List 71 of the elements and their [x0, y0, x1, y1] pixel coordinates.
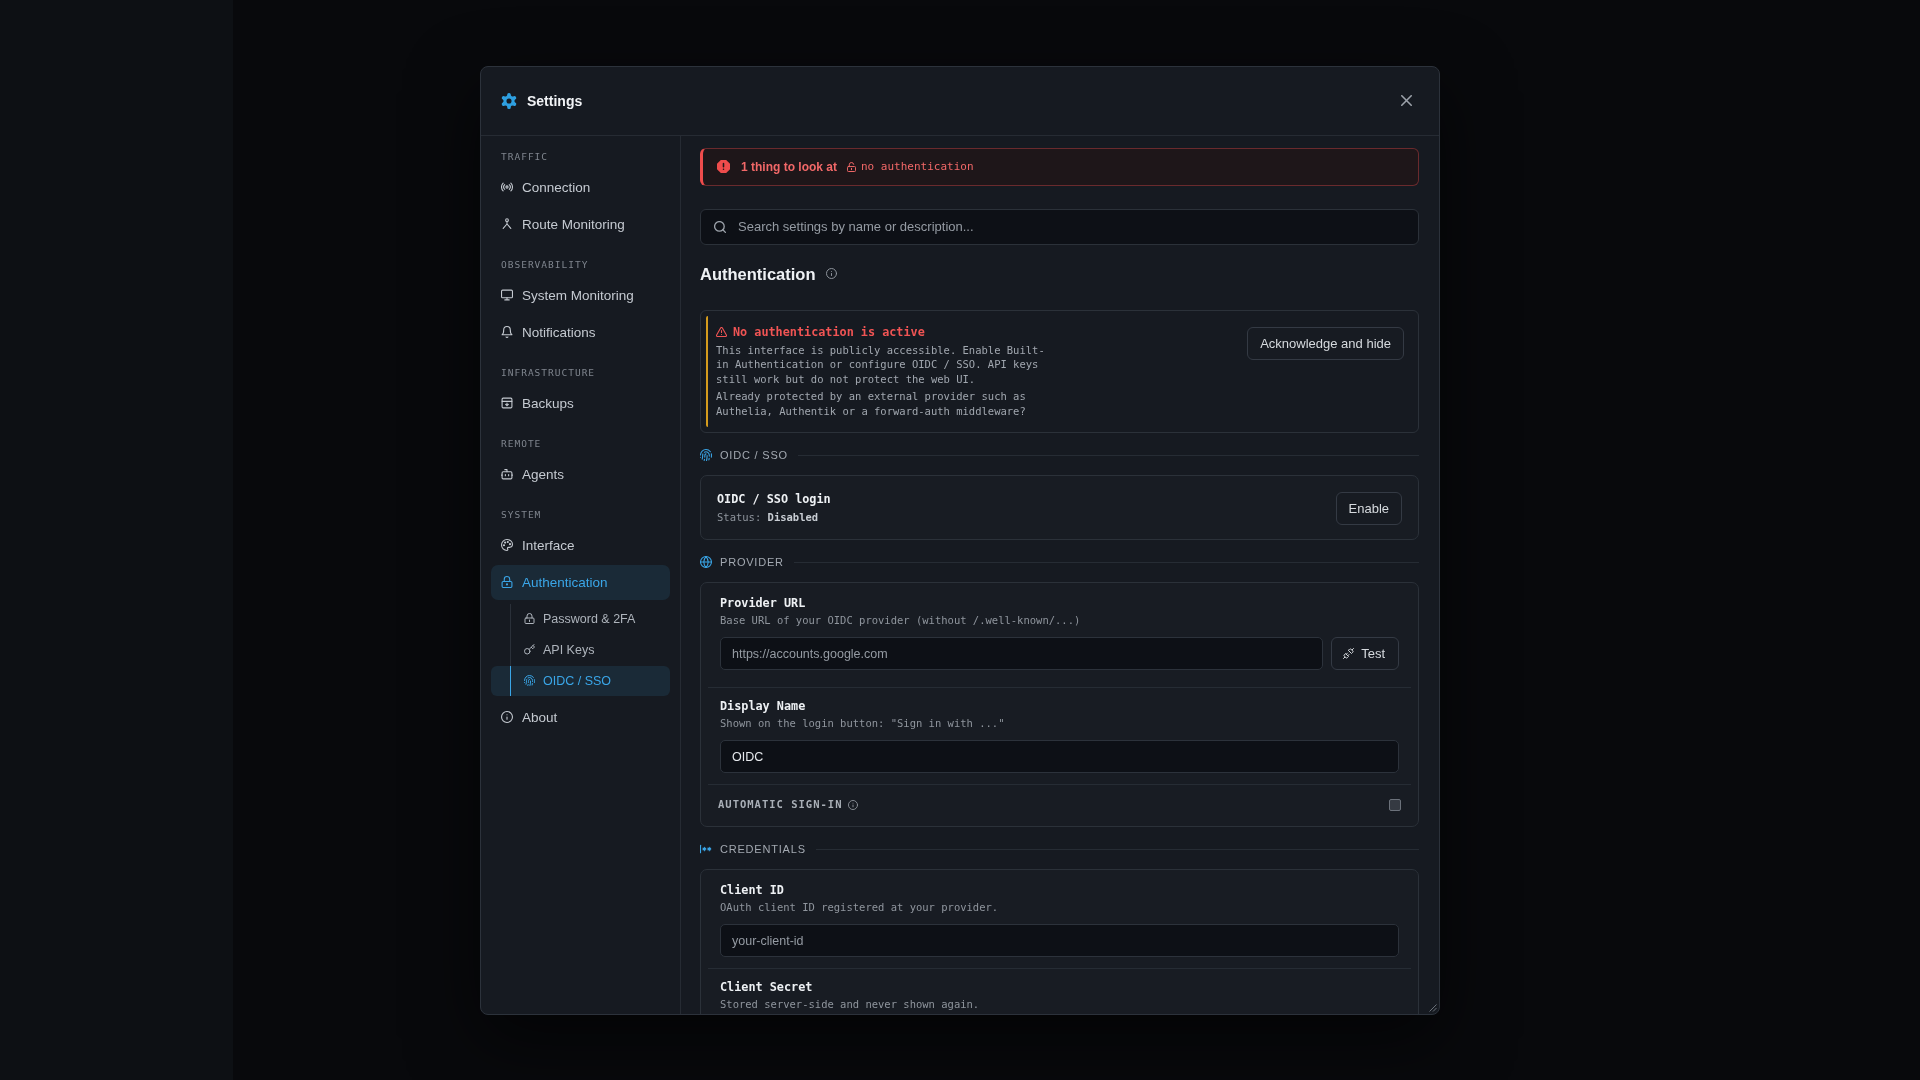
- fork-icon: [501, 218, 513, 230]
- search-icon: [714, 220, 726, 233]
- sidebar-subitem[interactable]: Password & 2FA: [491, 603, 670, 634]
- section-heading: OIDC / SSO: [720, 449, 788, 461]
- info-icon[interactable]: [825, 268, 837, 279]
- archive-box-icon: [501, 397, 513, 409]
- sidebar-heading: OBSERVABILITY: [501, 257, 589, 272]
- setting-label: AUTOMATIC SIGN-IN: [718, 797, 843, 812]
- sidebar-item[interactable]: Backups: [491, 385, 670, 421]
- status-text: Status: Disabled: [717, 510, 819, 525]
- plug-icon: [1343, 648, 1355, 659]
- warning-icon: [716, 326, 727, 337]
- warning-question: Already protected by an external provider such as Authelia, Authentik or a forward-auth middleware?: [716, 389, 1027, 418]
- sidebar-item[interactable]: Interface: [491, 527, 670, 563]
- sidebar-subitem[interactable]: API Keys: [491, 634, 670, 665]
- section-heading: CREDENTIALS: [720, 843, 806, 855]
- lock-icon: [524, 613, 535, 624]
- text-input[interactable]: https://accounts.google.com: [720, 637, 1324, 670]
- fingerprint-icon: [700, 449, 712, 461]
- resize-grip-icon[interactable]: [1429, 1003, 1437, 1012]
- sidebar-item[interactable]: Route Monitoring: [491, 206, 670, 242]
- lock-icon: [501, 576, 513, 588]
- dialog-title: Settings: [527, 92, 583, 109]
- field-label: Client ID: [720, 882, 784, 898]
- sidebar-item[interactable]: Agents: [491, 456, 670, 492]
- section-heading: PROVIDER: [720, 556, 784, 568]
- field-description: Base URL of your OIDC provider (without /.well-known/...): [720, 613, 1081, 628]
- page-title: Authentication: [700, 263, 816, 285]
- padlock-icon: [847, 161, 856, 172]
- warning-title: No authentication is active: [733, 323, 925, 340]
- field-description: OAuth client ID registered at your provider.: [720, 900, 999, 915]
- sidebar-heading: REMOTE: [501, 436, 542, 451]
- text-input[interactable]: OIDC: [720, 740, 1399, 773]
- sidebar-item[interactable]: Connection: [491, 169, 670, 205]
- sidebar-item[interactable]: Notifications: [491, 314, 670, 350]
- sidebar-item[interactable]: Authentication: [491, 564, 670, 600]
- field-label: Provider URL: [720, 595, 806, 611]
- checkbox[interactable]: [1389, 798, 1401, 811]
- monitor-icon: [501, 289, 513, 301]
- field-label: Client Secret: [720, 979, 813, 995]
- field-label: Display Name: [720, 698, 806, 714]
- acknowledge-button[interactable]: Acknowledge and hide: [1247, 326, 1404, 360]
- broadcast-icon: [501, 181, 513, 193]
- sidebar-heading: TRAFFIC: [501, 149, 549, 164]
- sidebar-item[interactable]: About: [491, 699, 670, 735]
- test-button[interactable]: Test: [1331, 637, 1399, 670]
- alert-icon: [717, 160, 730, 173]
- settings-icon: [501, 92, 517, 109]
- sidebar-heading: SYSTEM: [501, 507, 542, 522]
- field-description: Shown on the login button: "Sign in with ...": [720, 716, 1005, 731]
- bell-icon: [501, 326, 513, 338]
- setting-title: OIDC / SSO login: [717, 491, 831, 507]
- issues-summary: 1 thing to look at: [741, 159, 837, 174]
- robot-icon: [501, 468, 513, 480]
- enable-button[interactable]: Enable: [1335, 491, 1402, 525]
- issue-link[interactable]: no authentication: [847, 160, 974, 173]
- palette-icon: [501, 539, 513, 551]
- sidebar-heading: INFRASTRUCTURE: [501, 365, 596, 380]
- info-icon[interactable]: [848, 799, 859, 810]
- close-icon: [1400, 95, 1412, 106]
- text-input[interactable]: your-client-id: [720, 924, 1399, 957]
- info-icon: [501, 711, 513, 723]
- sidebar-item[interactable]: System Monitoring: [491, 277, 670, 313]
- sidebar-subitem[interactable]: OIDC / SSO: [491, 665, 670, 696]
- password-field-icon: [700, 843, 712, 855]
- fingerprint-icon: [524, 675, 535, 686]
- globe-icon: [700, 556, 712, 568]
- search-field[interactable]: Search settings by name or description...: [700, 208, 1419, 245]
- field-description: Stored server-side and never shown again.: [720, 997, 980, 1012]
- key-icon: [524, 644, 535, 655]
- warning-text: This interface is publicly accessible. Enable Built-in Authentication or configure OIDC / SSO. API keys still work but do not protect the web UI.: [716, 342, 1046, 386]
